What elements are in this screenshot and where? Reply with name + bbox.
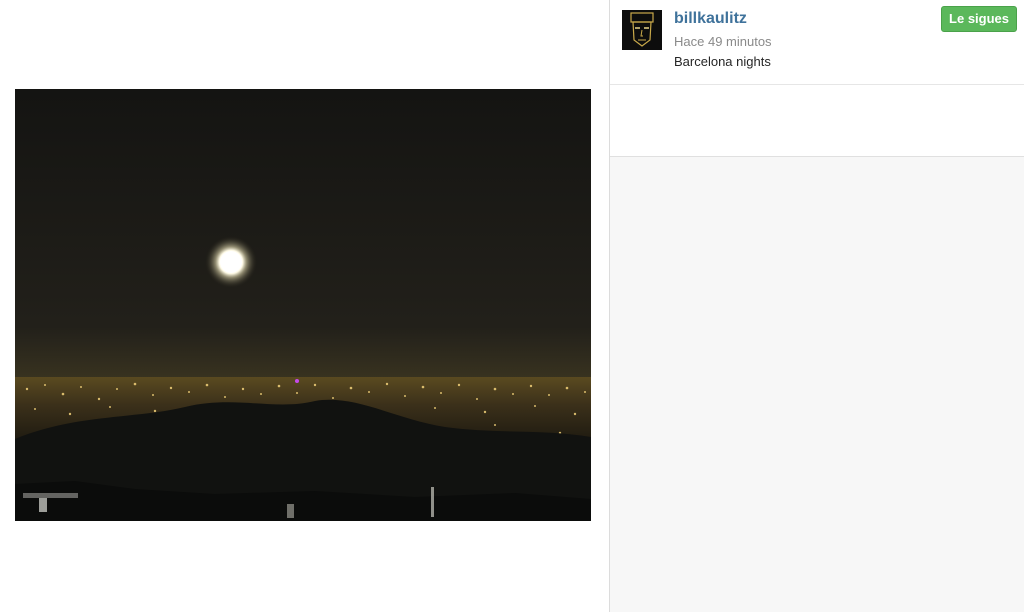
- following-button[interactable]: Le sigues: [941, 6, 1017, 32]
- avatar-face-icon: [622, 10, 662, 50]
- post-sidebar: billkaulitz Hace 49 minutos Barcelona ni…: [610, 0, 1024, 612]
- post-photo[interactable]: [15, 89, 591, 521]
- post-viewer: billkaulitz Hace 49 minutos Barcelona ni…: [0, 0, 1024, 612]
- username-link[interactable]: billkaulitz: [674, 10, 747, 28]
- post-actions-area: [610, 85, 1024, 157]
- post-timestamp: Hace 49 minutos: [674, 34, 772, 49]
- user-avatar[interactable]: [622, 10, 662, 50]
- post-header: billkaulitz Hace 49 minutos Barcelona ni…: [610, 0, 1024, 85]
- post-caption: Barcelona nights: [674, 54, 771, 69]
- night-city-image: [15, 89, 591, 521]
- photo-pane: [0, 0, 609, 612]
